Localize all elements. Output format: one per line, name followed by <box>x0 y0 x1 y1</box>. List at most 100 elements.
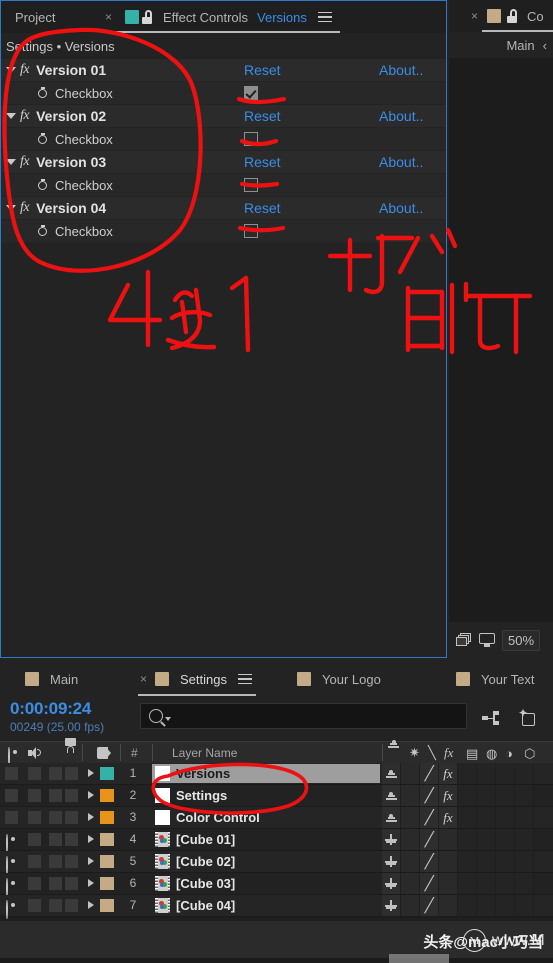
collapse-switch[interactable] <box>401 851 420 872</box>
audio-toggle-cell[interactable] <box>28 833 41 846</box>
solo-toggle-cell[interactable] <box>49 811 62 824</box>
frame-blend-switch[interactable] <box>458 895 477 916</box>
table-row[interactable]: 1 Versions ╱ fx <box>0 763 553 785</box>
layer-switches[interactable]: ╱ fx <box>382 763 534 784</box>
collapse-switch[interactable] <box>401 873 420 894</box>
expand-arrow-icon[interactable] <box>88 813 94 821</box>
checkbox-version-02[interactable] <box>244 132 258 146</box>
effects-switch[interactable]: fx <box>439 785 458 806</box>
solo-toggle-cell[interactable] <box>49 833 62 846</box>
effects-fx-icon[interactable]: fx <box>444 745 453 761</box>
video-toggle-cell[interactable] <box>5 789 18 802</box>
adjustment-layer-icon[interactable]: ◑ <box>505 746 513 761</box>
solo-toggle-cell[interactable] <box>49 789 62 802</box>
collapse-switch[interactable] <box>401 763 420 784</box>
tab-your-text[interactable]: Your Text <box>456 663 537 695</box>
chevron-left-icon[interactable]: ‹ <box>543 38 547 53</box>
effect-param-row[interactable]: Checkbox <box>1 128 446 151</box>
motion-blur-switch[interactable] <box>477 851 496 872</box>
expand-arrow-icon[interactable] <box>88 769 94 777</box>
quality-switch[interactable]: ╱ <box>420 807 439 828</box>
effect-param-row[interactable]: Checkbox <box>1 82 446 105</box>
collapse-switch[interactable] <box>401 829 420 850</box>
3d-switch[interactable] <box>515 763 534 784</box>
adjustment-switch[interactable] <box>496 895 515 916</box>
motion-blur-switch[interactable] <box>477 785 496 806</box>
adjustment-switch[interactable] <box>496 763 515 784</box>
3d-switch[interactable] <box>515 895 534 916</box>
renderer-icon[interactable] <box>456 633 472 647</box>
motion-blur-switch[interactable] <box>477 807 496 828</box>
unlock-icon[interactable] <box>141 10 153 24</box>
expand-arrow-icon[interactable] <box>88 901 94 909</box>
shy-switch[interactable] <box>382 851 401 872</box>
solo-toggle-cell[interactable] <box>49 877 62 890</box>
disclosure-triangle-icon[interactable] <box>6 205 16 211</box>
audio-toggle-cell[interactable] <box>28 855 41 868</box>
audio-toggle-cell[interactable] <box>28 899 41 912</box>
search-input[interactable] <box>140 703 467 729</box>
layer-name-cell[interactable]: Versions <box>152 764 380 783</box>
layer-label-swatch[interactable] <box>100 789 114 802</box>
quality-switch[interactable]: ╱ <box>420 829 439 850</box>
quality-icon[interactable]: ╲ <box>428 745 436 761</box>
adjustment-switch[interactable] <box>496 873 515 894</box>
effects-switch[interactable] <box>439 873 458 894</box>
panel-menu-icon[interactable] <box>317 9 332 26</box>
reset-link[interactable]: Reset <box>244 154 281 170</box>
layer-label-swatch[interactable] <box>100 899 114 912</box>
effects-switch[interactable] <box>439 851 458 872</box>
3d-switch[interactable] <box>515 851 534 872</box>
stopwatch-icon[interactable] <box>37 224 50 238</box>
comp-tab-close-icon[interactable]: × <box>471 0 478 32</box>
adjustment-switch[interactable] <box>496 851 515 872</box>
video-eye-icon[interactable] <box>6 900 8 919</box>
frame-blend-switch[interactable] <box>458 829 477 850</box>
comp-flowchart-icon[interactable] <box>482 711 499 730</box>
tab-your-logo[interactable]: Your Logo <box>297 663 383 695</box>
effects-switch[interactable] <box>439 895 458 916</box>
layer-label-swatch[interactable] <box>100 855 114 868</box>
collapse-switch[interactable] <box>401 807 420 828</box>
motion-blur-switch[interactable] <box>477 763 496 784</box>
3d-switch[interactable] <box>515 829 534 850</box>
about-link[interactable]: About.. <box>379 154 423 170</box>
layer-name-cell[interactable]: [Cube 01] <box>152 830 380 849</box>
solo-toggle-cell[interactable] <box>49 855 62 868</box>
tab-settings[interactable]: Settings <box>155 663 252 695</box>
video-toggle-cell[interactable] <box>5 767 18 780</box>
effect-row[interactable]: fx Version 04 Reset About.. <box>1 197 446 220</box>
expand-arrow-icon[interactable] <box>88 857 94 865</box>
lock-toggle-cell[interactable] <box>65 855 78 868</box>
lock-toggle-cell[interactable] <box>65 833 78 846</box>
audio-toggle-cell[interactable] <box>28 767 41 780</box>
layer-name-cell[interactable]: [Cube 04] <box>152 896 380 915</box>
tab-main[interactable]: Main <box>25 663 80 695</box>
layer-name-cell[interactable]: [Cube 02] <box>152 852 380 871</box>
solo-toggle-cell[interactable] <box>49 899 62 912</box>
table-row[interactable]: 3 Color Control ╱ fx <box>0 807 553 829</box>
lock-toggle-cell[interactable] <box>65 811 78 824</box>
lock-toggle-cell[interactable] <box>65 877 78 890</box>
effects-switch[interactable]: fx <box>439 763 458 784</box>
collapse-switch[interactable] <box>401 895 420 916</box>
3d-layer-icon[interactable]: ⬡ <box>524 746 535 762</box>
reset-link[interactable]: Reset <box>244 200 281 216</box>
reset-link[interactable]: Reset <box>244 62 281 78</box>
expand-arrow-icon[interactable] <box>88 791 94 799</box>
effects-switch[interactable] <box>439 829 458 850</box>
adjustment-switch[interactable] <box>496 807 515 828</box>
motion-blur-switch[interactable] <box>477 829 496 850</box>
unlock-icon[interactable] <box>506 9 518 23</box>
tab-project[interactable]: Project <box>13 1 57 33</box>
shy-switch[interactable] <box>382 763 401 784</box>
audio-toggle-cell[interactable] <box>28 877 41 890</box>
table-row[interactable]: 4 [Cube 01] ╱ <box>0 829 553 853</box>
disclosure-triangle-icon[interactable] <box>6 113 16 119</box>
collapse-switch[interactable] <box>401 785 420 806</box>
checkbox-version-03[interactable] <box>244 178 258 192</box>
collapse-transformations-icon[interactable]: ✷ <box>409 745 420 761</box>
reset-link[interactable]: Reset <box>244 108 281 124</box>
quality-switch[interactable]: ╱ <box>420 851 439 872</box>
composition-viewer[interactable] <box>449 58 553 622</box>
